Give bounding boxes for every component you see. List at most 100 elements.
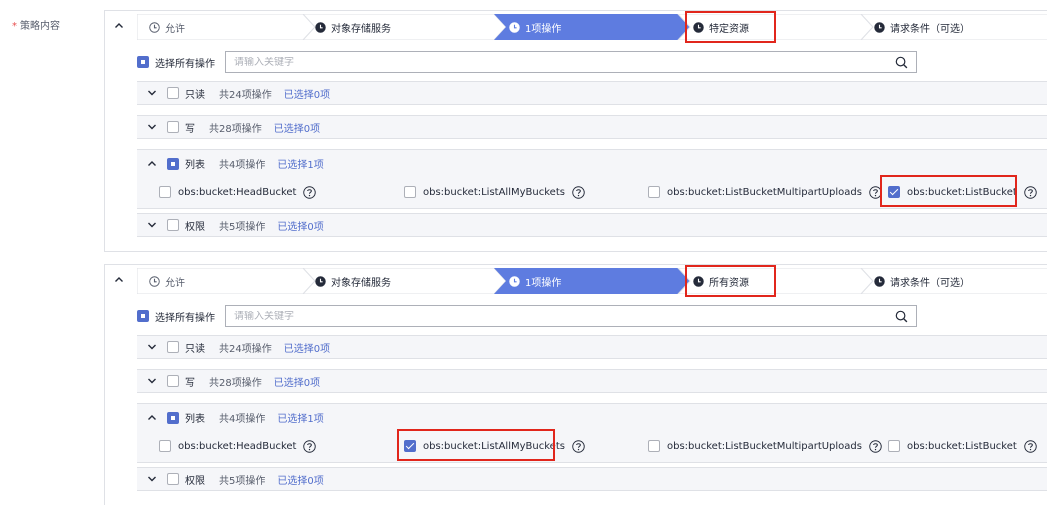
search-icon[interactable]: [895, 56, 908, 69]
chevron-up-icon[interactable]: [147, 159, 157, 169]
group-write-count: 共28项操作: [209, 123, 262, 135]
group-write-label: 写: [185, 377, 195, 389]
policy-step-bar: 允许 对象存储服务 1项操作 所有资源 请求条件（可选）: [137, 265, 1047, 297]
clock-icon: [509, 21, 520, 33]
step-conditions[interactable]: 请求条件（可选）: [874, 268, 970, 294]
action-search-row: 选择所有操作: [137, 303, 927, 329]
chevron-down-icon[interactable]: [147, 220, 157, 230]
action-item[interactable]: obs:bucket:ListBucket: [888, 433, 1037, 459]
help-icon[interactable]: [572, 185, 585, 199]
group-write-selected-count: 已选择0项: [273, 377, 321, 389]
group-list-label: 列表: [185, 160, 205, 171]
select-all-label: 选择所有操作: [155, 58, 215, 70]
group-write-checkbox[interactable]: [167, 375, 179, 387]
search-input[interactable]: [234, 310, 884, 322]
help-icon[interactable]: [572, 439, 585, 453]
group-read-only-checkbox[interactable]: [167, 341, 179, 353]
search-box[interactable]: [225, 51, 917, 73]
chevron-up-icon: [111, 275, 127, 285]
chevron-up-icon: [111, 21, 127, 31]
group-write: 写 共28项操作 已选择0项: [137, 369, 1047, 393]
step-effect-label: 允许: [165, 23, 185, 35]
list-actions: obs:bucket:HeadBucket obs:bucket:ListAll…: [137, 433, 1047, 459]
action-checkbox[interactable]: [159, 186, 171, 198]
action-label: obs:bucket:HeadBucket: [178, 440, 297, 452]
action-label: obs:bucket:ListBucket: [907, 440, 1017, 452]
action-checkbox[interactable]: [404, 186, 416, 198]
step-service[interactable]: 对象存储服务: [315, 14, 391, 40]
action-checkbox[interactable]: [888, 440, 900, 452]
group-read-only-count: 共24项操作: [219, 343, 272, 355]
group-permission-label: 权限: [185, 221, 205, 233]
group-read-only-count: 共24项操作: [219, 89, 272, 101]
select-all-label: 选择所有操作: [155, 312, 215, 324]
group-permission-checkbox[interactable]: [167, 219, 179, 231]
action-item[interactable]: obs:bucket:ListBucketMultipartUploads: [648, 433, 882, 459]
action-item[interactable]: obs:bucket:ListAllMyBuckets: [404, 179, 585, 205]
help-icon[interactable]: [869, 439, 882, 453]
chevron-down-icon[interactable]: [147, 474, 157, 484]
chevron-down-icon[interactable]: [147, 342, 157, 352]
action-checkbox[interactable]: [648, 440, 660, 452]
group-permission-checkbox[interactable]: [167, 473, 179, 485]
step-effect-label: 允许: [165, 277, 185, 289]
step-actions[interactable]: 1项操作: [509, 268, 561, 294]
group-list-checkbox[interactable]: [167, 157, 179, 170]
group-read-only: 只读 共24项操作 已选择0项: [137, 335, 1047, 359]
group-list-selected-count: 已选择1项: [277, 160, 324, 171]
step-effect[interactable]: 允许: [149, 14, 185, 40]
group-list-count: 共4项操作: [219, 414, 266, 425]
chevron-down-icon[interactable]: [147, 88, 157, 98]
group-write-checkbox[interactable]: [167, 121, 179, 133]
policy-step-bar: 允许 对象存储服务 1项操作 特定资源 请求条件（可选）: [137, 11, 1047, 43]
help-icon[interactable]: [303, 439, 317, 453]
search-input[interactable]: [234, 56, 884, 68]
group-write-label: 写: [185, 123, 195, 135]
action-label: obs:bucket:ListBucketMultipartUploads: [667, 440, 862, 452]
clock-icon: [874, 21, 885, 33]
action-item[interactable]: obs:bucket:HeadBucket: [159, 433, 317, 459]
group-list-checkbox[interactable]: [167, 411, 179, 424]
help-icon[interactable]: [1024, 439, 1037, 453]
step-service[interactable]: 对象存储服务: [315, 268, 391, 294]
step-actions[interactable]: 1项操作: [509, 14, 561, 40]
action-checkbox[interactable]: [648, 186, 660, 198]
group-read-only-checkbox[interactable]: [167, 87, 179, 99]
help-icon[interactable]: [303, 185, 317, 199]
collapse-panel-button[interactable]: [111, 18, 127, 34]
group-permission-selected-count: 已选择0项: [277, 475, 324, 487]
clock-icon: [149, 275, 160, 287]
required-asterisk: *: [12, 21, 17, 32]
group-permission-selected-count: 已选择0项: [277, 221, 324, 233]
group-write-count: 共28项操作: [209, 377, 262, 389]
policy-content-label-text: 策略内容: [20, 21, 60, 32]
step-conditions-label: 请求条件（可选）: [890, 277, 970, 289]
group-list: 列表 共4项操作 已选择1项 obs:bucket:HeadBucket obs:b…: [137, 403, 1047, 463]
select-all-checkbox[interactable]: [137, 56, 149, 68]
group-read-only: 只读 共24项操作 已选择0项: [137, 81, 1047, 105]
chevron-down-icon[interactable]: [147, 122, 157, 132]
clock-icon: [315, 275, 326, 287]
search-box[interactable]: [225, 305, 917, 327]
group-permission-count: 共5项操作: [219, 221, 266, 233]
action-checkbox[interactable]: [159, 440, 171, 452]
group-list-selected-count: 已选择1项: [277, 414, 324, 425]
action-item[interactable]: obs:bucket:HeadBucket: [159, 179, 317, 205]
group-write-selected-count: 已选择0项: [273, 123, 321, 135]
step-actions-label: 1项操作: [525, 277, 562, 289]
chevron-down-icon[interactable]: [147, 376, 157, 386]
action-item[interactable]: obs:bucket:ListBucketMultipartUploads: [648, 179, 882, 205]
search-icon[interactable]: [895, 310, 908, 323]
step-effect[interactable]: 允许: [149, 268, 185, 294]
action-label: obs:bucket:ListBucketMultipartUploads: [667, 186, 862, 198]
step-conditions[interactable]: 请求条件（可选）: [874, 14, 970, 40]
group-read-only-selected-count: 已选择0项: [283, 89, 331, 101]
collapse-panel-button[interactable]: [111, 272, 127, 288]
policy-panel: 允许对象存储服务1项操作所有资源请求条件（可选） 选择所有操作 只读共24项操作…: [104, 264, 1047, 505]
group-list-label: 列表: [185, 414, 205, 425]
select-all-checkbox[interactable]: [137, 310, 149, 322]
group-permission-label: 权限: [185, 475, 205, 487]
chevron-up-icon[interactable]: [147, 413, 157, 423]
help-icon[interactable]: [1024, 185, 1037, 199]
group-permission: 权限 共5项操作 已选择0项: [137, 467, 1047, 491]
